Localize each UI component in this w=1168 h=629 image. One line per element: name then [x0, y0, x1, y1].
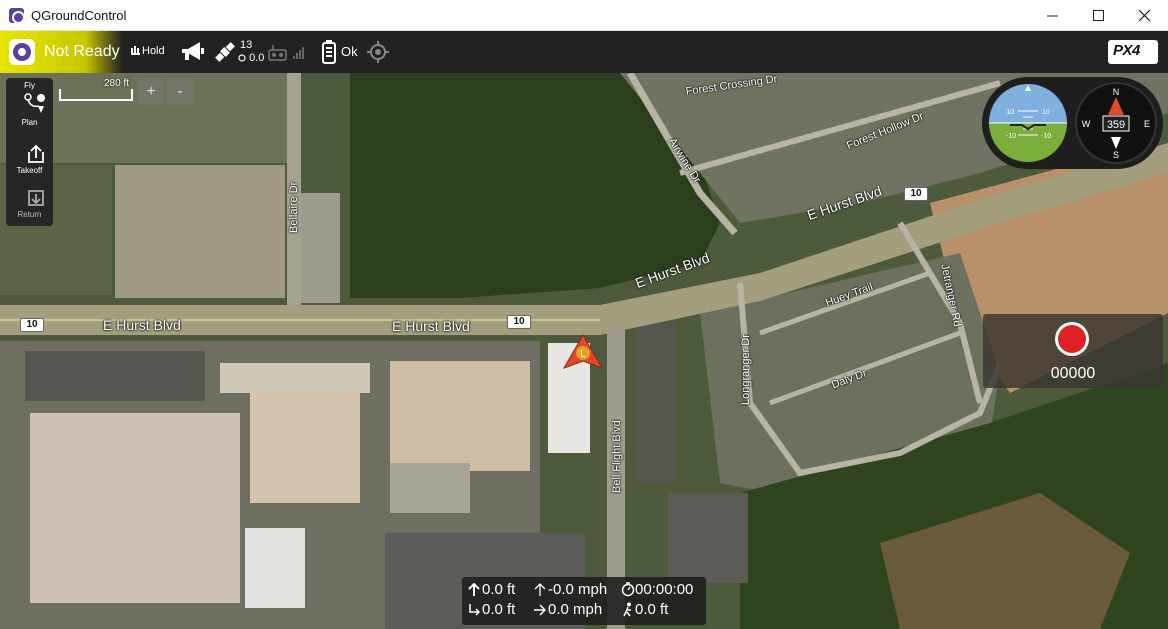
- return-icon: [28, 190, 44, 206]
- pitch-mark: 10: [1006, 109, 1014, 116]
- return-tool-label: Return: [17, 210, 42, 219]
- return-tool-button[interactable]: Return: [6, 188, 53, 219]
- flight-time-icon: [621, 582, 635, 597]
- flight-time-value: 00:00:00: [635, 581, 694, 598]
- gps-rtk-icon[interactable]: [367, 41, 389, 63]
- compass-e: E: [1144, 119, 1150, 129]
- record-counter: 00000: [1050, 365, 1096, 382]
- zoom-in-button[interactable]: +: [138, 78, 164, 105]
- street-label: Longranger Dr: [740, 334, 752, 405]
- pitch-mark: -10: [1041, 133, 1051, 140]
- takeoff-icon: [28, 144, 44, 163]
- rc-transmitter-icon[interactable]: [268, 45, 288, 61]
- plan-icon: [24, 93, 46, 113]
- maximize-button[interactable]: [1076, 0, 1122, 31]
- gps-hdop: 0.0: [238, 52, 264, 64]
- altitude-icon: [468, 583, 480, 596]
- distance-home-value: 0.0 ft: [482, 601, 516, 618]
- close-icon: [1139, 10, 1151, 22]
- altitude-value: 0.0 ft: [482, 581, 516, 598]
- fly-tool-label: Fly: [24, 81, 35, 90]
- record-icon: [1058, 325, 1086, 353]
- hdop-value: 0.0: [249, 52, 265, 64]
- flight-mode-selector[interactable]: Hold: [131, 45, 171, 59]
- fly-tool-button[interactable]: Fly: [6, 81, 53, 90]
- distance-home-icon: [469, 604, 480, 616]
- window-titlebar: QGroundControl: [0, 0, 1168, 31]
- route-shield: 10: [507, 315, 531, 329]
- close-button[interactable]: [1122, 0, 1168, 31]
- takeoff-tool-label: Takeoff: [16, 166, 43, 175]
- battery-icon[interactable]: [322, 40, 336, 64]
- vehicle-marker-label: L: [580, 349, 586, 360]
- attitude-indicator: 10 10 -10 -10: [987, 82, 1069, 164]
- vertical-speed-icon: [534, 583, 546, 596]
- px4-logo-text: PX4: [1113, 42, 1140, 59]
- qgc-logo-icon[interactable]: [9, 39, 35, 65]
- distance-gps-icon: [623, 602, 631, 617]
- hdop-icon: [238, 54, 246, 62]
- map-scale-bar: [59, 89, 133, 101]
- window-title: QGroundControl: [31, 8, 127, 23]
- distance-gps-value: 0.0 ft: [635, 601, 669, 618]
- minimize-button[interactable]: [1030, 0, 1076, 31]
- map-scale-text: 280 ft: [104, 78, 130, 89]
- battery-status[interactable]: Ok: [341, 44, 358, 59]
- flight-mode-label: Hold: [142, 45, 165, 57]
- route-shield: 10: [20, 318, 44, 332]
- plan-tool-button[interactable]: Plan: [6, 92, 53, 127]
- street-label: E Hurst Blvd: [103, 317, 181, 333]
- app-icon: [9, 8, 25, 24]
- vehicle-status-text[interactable]: Not Ready: [44, 43, 120, 61]
- zoom-out-button[interactable]: -: [167, 78, 193, 105]
- minimize-icon: [1047, 15, 1058, 17]
- pitch-mark: 10: [1042, 109, 1050, 116]
- heading-value: 359: [1107, 119, 1125, 131]
- megaphone-icon[interactable]: [180, 40, 206, 64]
- compass-s: S: [1113, 150, 1119, 160]
- ground-speed-value: 0.0 mph: [548, 601, 603, 618]
- satellite-icon[interactable]: [213, 40, 237, 64]
- main-toolbar: Not Ready Hold 13 0.0 Ok PX4: [0, 31, 1168, 73]
- ground-speed-icon: [534, 604, 547, 616]
- plan-tool-label: Plan: [21, 118, 38, 127]
- fly-tool-strip: Fly Plan Takeoff Return: [6, 78, 53, 226]
- street-label: E Hurst Blvd: [392, 318, 470, 334]
- pitch-mark: -10: [1006, 133, 1016, 140]
- satellite-count: 13: [240, 39, 253, 51]
- street-label: Bellaire Dr: [288, 181, 300, 233]
- route-shield: 10: [904, 187, 928, 201]
- flight-mode-icon: [131, 46, 140, 55]
- telemetry-panel: 0.0 ft -0.0 mph 00:00:00 0.0 ft 0.0 mph …: [462, 577, 706, 625]
- street-label: Bell Flight Blvd: [611, 420, 623, 493]
- takeoff-tool-button[interactable]: Takeoff: [6, 144, 53, 175]
- compass-w: W: [1082, 119, 1091, 129]
- video-record-panel: 00000: [983, 314, 1163, 388]
- rc-signal-icon: [293, 47, 304, 59]
- px4-logo: PX4: [1108, 40, 1158, 64]
- record-button[interactable]: [1055, 322, 1089, 356]
- compass-n: N: [1113, 87, 1120, 97]
- vehicle-status-indicator[interactable]: Not Ready: [0, 31, 122, 73]
- compass-indicator: N E S W 359: [1075, 82, 1157, 164]
- vertical-speed-value: -0.0 mph: [548, 581, 608, 598]
- map-view[interactable]: L E Hurst Blvd E Hurst Blvd E Hurst Blvd…: [0, 73, 1168, 629]
- maximize-icon: [1093, 10, 1104, 21]
